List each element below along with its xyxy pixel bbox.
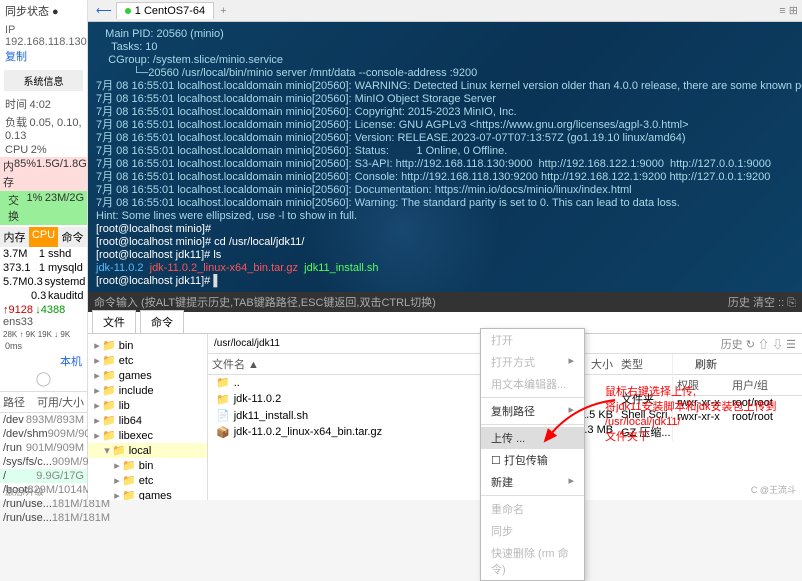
file-list-header-right: 刷新 xyxy=(673,354,802,375)
disk-path-row[interactable]: /run/use...181M/181M xyxy=(0,497,87,511)
ctx-new[interactable]: 新建▸ xyxy=(481,471,584,493)
terminal-hint-bar: 命令输入 (按ALT键提示历史,TAB键路路径,ESC键返回,双击CTRL切换)… xyxy=(88,292,802,312)
ctx-text-editor: 用文本编辑器... xyxy=(481,373,584,395)
disk-path-row[interactable]: /sys/fs/c...909M/909M xyxy=(0,455,87,469)
tree-item[interactable]: ▸📁etc xyxy=(88,353,207,368)
resource-tabs[interactable]: 内存 CPU 命令 xyxy=(0,227,87,247)
disk-path-row[interactable]: /9.9G/17G xyxy=(0,469,87,483)
tree-item[interactable]: ▸📁games xyxy=(88,488,207,500)
file-row[interactable]: 📄 jdk11_install.sh1.5 KBShell Scri... xyxy=(208,408,672,423)
ctx-open: 打开 xyxy=(481,329,584,351)
panel-title: 同步状态 ● xyxy=(0,0,87,22)
fm-tab-files[interactable]: 文件 xyxy=(92,310,136,333)
latency: 0ms xyxy=(0,340,87,352)
load-stat: 负载 0.05, 0.10, 0.13 xyxy=(0,113,87,143)
tree-item[interactable]: ▸📁etc xyxy=(88,473,207,488)
process-row: 5.7M0.3systemd xyxy=(0,275,87,289)
tab-cmd[interactable]: 命令 xyxy=(58,227,87,247)
fm-tab-cmd[interactable]: 命令 xyxy=(140,310,184,333)
tree-item[interactable]: ▸📁lib64 xyxy=(88,413,207,428)
disk-path-row[interactable]: /run/use...181M/181M xyxy=(0,511,87,525)
context-menu: 打开 打开方式▸ 用文本编辑器... 复制路径▸ 上传 ... ☐ 打包传输 新… xyxy=(480,328,585,581)
disk-path-row[interactable]: /run901M/909M xyxy=(0,441,87,455)
local-machine[interactable]: 本机 xyxy=(0,352,87,370)
annotation-text: 鼠标右键选择上传,将jdk11安装脚本和jdk安装包上传到/usr/local/… xyxy=(605,385,777,445)
nav-back-icon[interactable]: ⟵ xyxy=(96,4,112,17)
tree-item[interactable]: ▸📁include xyxy=(88,383,207,398)
swap-bar: 交换1%23M/2G xyxy=(0,191,87,225)
file-manager-tabs: 文件 命令 xyxy=(88,312,802,334)
cpu-stat: CPU 2% xyxy=(0,143,87,157)
new-tab-button[interactable]: + xyxy=(220,5,226,17)
ctx-package-transfer[interactable]: ☐ 打包传输 xyxy=(481,449,584,471)
tree-item[interactable]: ▸📁bin xyxy=(88,458,207,473)
tabbar-options-icon[interactable]: ≡ ⊞ xyxy=(779,4,798,17)
sysinfo-button[interactable]: 系统信息 xyxy=(4,70,83,91)
terminal-output[interactable]: Main PID: 20560 (minio) Tasks: 10 CGroup… xyxy=(88,22,802,292)
watermark: C @王流斗 xyxy=(751,483,796,496)
memory-bar: 内存85%1.5G/1.8G xyxy=(0,157,87,191)
activate-link[interactable]: 激活/升级 xyxy=(5,485,44,498)
disk-paths: 路径可用/大小 /dev893M/893M/dev/shm909M/909M/r… xyxy=(0,391,87,525)
tree-item[interactable]: ▸📁bin xyxy=(88,338,207,353)
system-status-panel: 同步状态 ● IP 192.168.118.130 复制 系统信息 时间 4:0… xyxy=(0,0,88,500)
ctx-open-with: 打开方式▸ xyxy=(481,351,584,373)
network-stat: ↑9128 ↓4388 ens33 xyxy=(0,303,87,329)
ctx-copy-path[interactable]: 复制路径▸ xyxy=(481,400,584,422)
time-stat: 时间 4:02 xyxy=(0,95,87,113)
process-row: 3.7M1sshd xyxy=(0,247,87,261)
tree-item[interactable]: ▸📁games xyxy=(88,368,207,383)
process-row: 373.11mysqld xyxy=(0,261,87,275)
ctx-quick-delete: 快速删除 (rm 命令) xyxy=(481,542,584,580)
session-tab[interactable]: 1 CentOS7-64 xyxy=(116,2,214,19)
process-list: 3.7M1sshd373.11mysqld5.7M0.3systemd0.3ka… xyxy=(0,247,87,303)
disk-path-row[interactable]: /dev/shm909M/909M xyxy=(0,427,87,441)
status-dot-icon xyxy=(125,8,131,14)
file-row[interactable]: 📁 .. xyxy=(208,375,672,390)
file-row[interactable]: 📦 jdk-11.0.2_linux-x64_bin.tar.gz171.3 M… xyxy=(208,423,672,441)
tab-memory[interactable]: 内存 xyxy=(0,227,29,247)
host-circle-icon: ◯ xyxy=(0,370,87,387)
ctx-upload[interactable]: 上传 ... xyxy=(481,427,584,449)
tree-item[interactable]: ▾📁local xyxy=(88,443,207,458)
tab-cpu[interactable]: CPU xyxy=(29,227,58,247)
network-detail: 28K ↑ 9K 19K ↓ 9K xyxy=(0,329,87,340)
process-row: 0.3kauditd xyxy=(0,289,87,303)
ip-address: IP 192.168.118.130 复制 xyxy=(0,22,87,66)
tree-item[interactable]: ▸📁lib xyxy=(88,398,207,413)
tab-label: 1 CentOS7-64 xyxy=(135,5,205,17)
tree-item[interactable]: ▸📁libexec xyxy=(88,428,207,443)
ctx-rename: 重命名 xyxy=(481,498,584,520)
file-row[interactable]: 📁 jdk-11.0.2文件夹 xyxy=(208,390,672,408)
ctx-sync: 同步 xyxy=(481,520,584,542)
session-tabbar: ⟵ 1 CentOS7-64 + ≡ ⊞ xyxy=(88,0,802,22)
disk-path-row[interactable]: /dev893M/893M xyxy=(0,413,87,427)
file-list-header[interactable]: 文件名 ▲ 大小 类型 xyxy=(208,354,672,375)
folder-tree[interactable]: ▸📁bin▸📁etc▸📁games▸📁include▸📁lib▸📁lib64▸📁… xyxy=(88,334,208,500)
path-input[interactable] xyxy=(214,338,721,349)
